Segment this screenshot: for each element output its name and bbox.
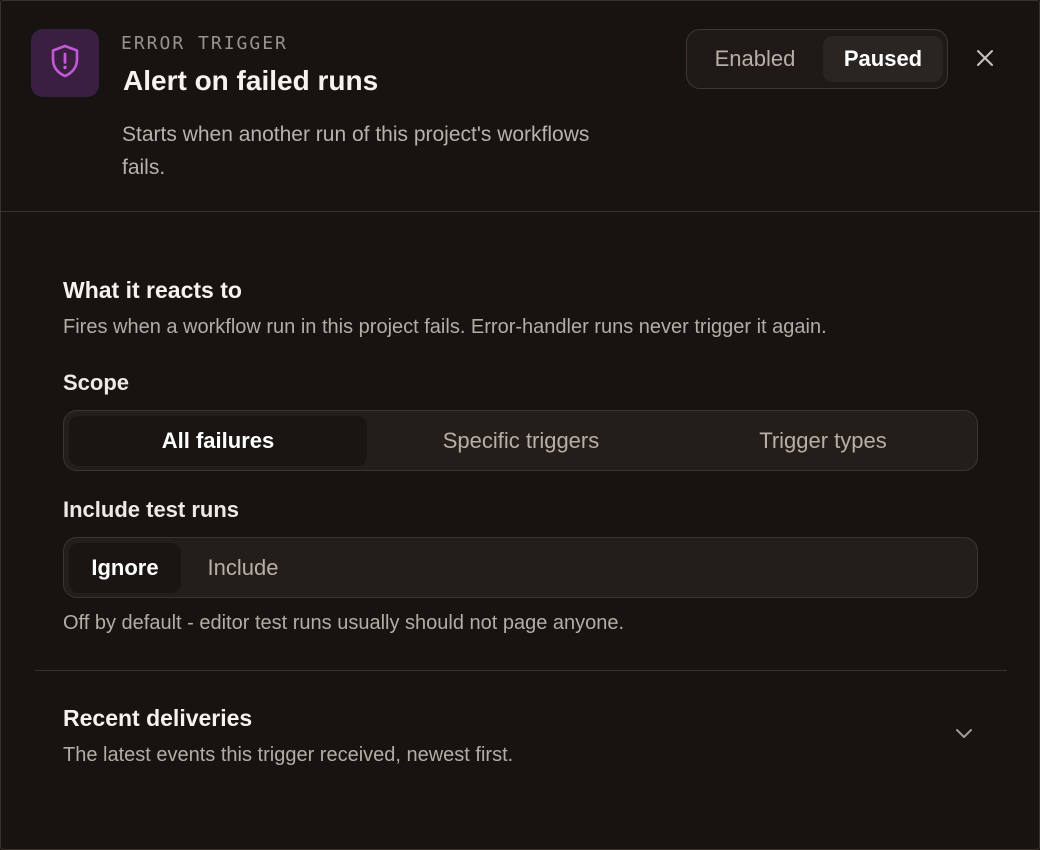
test-runs-label: Include test runs bbox=[63, 497, 240, 522]
scope-label: Scope bbox=[63, 370, 130, 395]
page-title: Alert on failed runs bbox=[123, 65, 379, 96]
shield-alert-icon bbox=[50, 44, 80, 83]
scope-segmented-control: All failures Specific triggers Trigger t… bbox=[63, 410, 978, 471]
error-trigger-panel: ERROR TRIGGER Alert on failed runs Start… bbox=[0, 0, 1040, 850]
scope-option-all-failures[interactable]: All failures bbox=[69, 416, 367, 466]
status-option-paused[interactable]: Paused bbox=[823, 36, 943, 82]
deliveries-expand-button[interactable] bbox=[951, 723, 977, 749]
reacts-heading: What it reacts to bbox=[63, 277, 242, 303]
panel-header: ERROR TRIGGER Alert on failed runs Start… bbox=[1, 1, 1039, 212]
deliveries-heading[interactable]: Recent deliveries bbox=[63, 705, 252, 732]
trigger-icon-tile bbox=[31, 29, 99, 97]
status-toggle: Enabled Paused bbox=[686, 29, 948, 89]
scope-option-trigger-types[interactable]: Trigger types bbox=[672, 416, 974, 466]
chevron-down-icon bbox=[954, 727, 974, 745]
deliveries-description: The latest events this trigger received,… bbox=[63, 744, 514, 766]
reacts-description: Fires when a workflow run in this projec… bbox=[63, 316, 827, 338]
section-divider bbox=[35, 670, 1007, 671]
close-button[interactable] bbox=[969, 44, 1001, 76]
status-option-enabled[interactable]: Enabled bbox=[693, 36, 817, 82]
test-runs-hint: Off by default - editor test runs usuall… bbox=[63, 612, 625, 634]
trigger-description: Starts when another run of this project'… bbox=[122, 123, 590, 179]
test-runs-option-include[interactable]: Include bbox=[188, 543, 298, 593]
scope-option-specific-triggers[interactable]: Specific triggers bbox=[370, 416, 672, 466]
test-runs-option-ignore[interactable]: Ignore bbox=[69, 543, 181, 593]
trigger-type-label: ERROR TRIGGER bbox=[121, 33, 288, 54]
test-runs-segmented-control: Ignore Include bbox=[63, 537, 978, 598]
close-icon bbox=[975, 48, 995, 73]
